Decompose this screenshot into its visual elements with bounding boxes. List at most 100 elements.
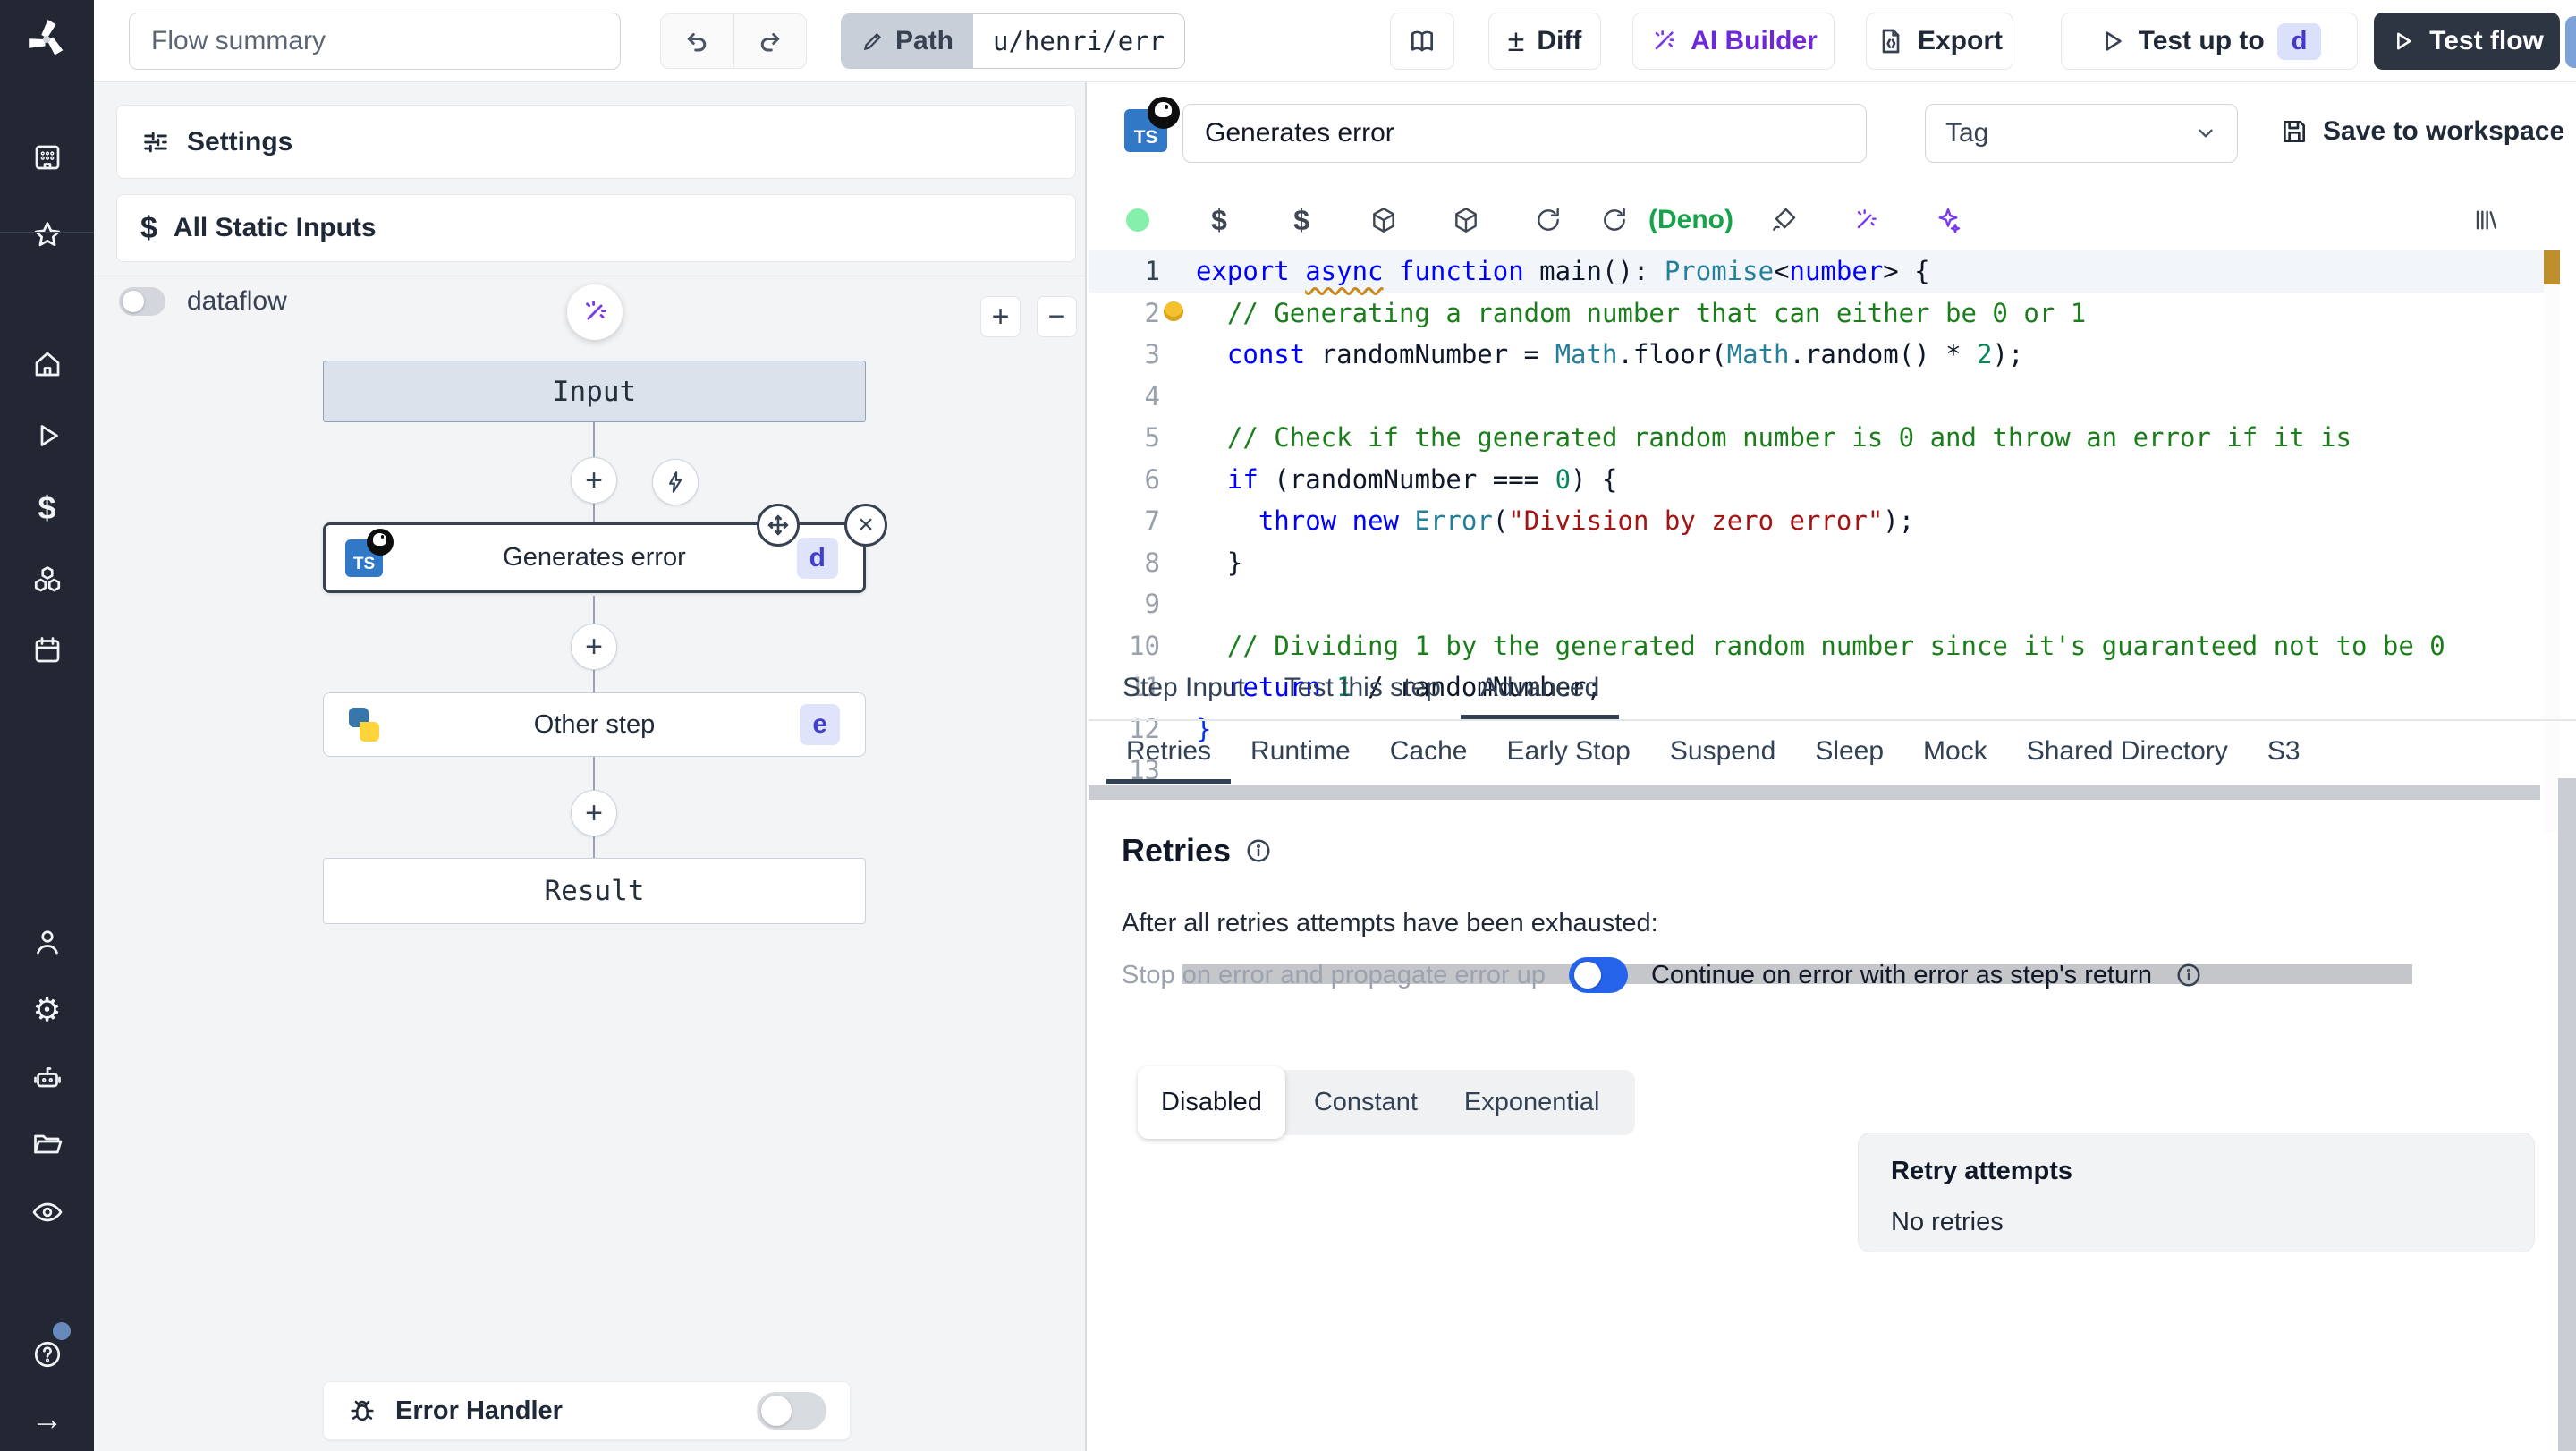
tab-advanced[interactable]: Advanced xyxy=(1460,660,1620,719)
resources-cubes-icon[interactable] xyxy=(0,551,94,608)
collapsed-panel-handle[interactable] xyxy=(2565,16,2576,68)
flow-ai-wand-button[interactable] xyxy=(567,284,623,340)
continue-on-error-toggle[interactable] xyxy=(1568,957,1628,993)
continue-on-error-label[interactable]: Continue on error with error as step's r… xyxy=(1651,961,2152,990)
ai-sparkles-icon[interactable] xyxy=(1907,206,1989,234)
diff-button[interactable]: ± Diff xyxy=(1488,13,1601,70)
ai-builder-button[interactable]: AI Builder xyxy=(1632,13,1835,70)
typescript-icon: TS xyxy=(345,528,394,577)
docs-button[interactable] xyxy=(1390,13,1454,70)
subtab-sleep[interactable]: Sleep xyxy=(1795,723,1903,784)
runs-play-icon[interactable] xyxy=(0,407,94,464)
code-line[interactable]: 1 export async function main(): Promise<n… xyxy=(1089,250,2560,293)
code-line[interactable]: 8 } xyxy=(1089,542,2560,584)
insert-step-button[interactable]: + xyxy=(571,624,617,670)
panel-vertical-scrollbar[interactable] xyxy=(2558,778,2576,1451)
path-value[interactable]: u/henri/err xyxy=(973,14,1185,68)
all-static-inputs-button[interactable]: $ All Static Inputs xyxy=(116,194,1076,262)
package-icon[interactable] xyxy=(1343,206,1425,234)
retry-mode-constant[interactable]: Constant xyxy=(1291,1079,1441,1126)
move-step-button[interactable] xyxy=(757,504,800,547)
code-line[interactable]: 5 // Check if the generated random numbe… xyxy=(1089,417,2560,459)
play-icon xyxy=(2397,32,2411,50)
step-other-step-node[interactable]: Other step e xyxy=(323,692,866,757)
library-icon[interactable] xyxy=(2444,206,2526,234)
trigger-bolt-button[interactable] xyxy=(652,459,699,505)
flow-input-node[interactable]: Input xyxy=(323,361,866,422)
step-header: TS Tag Save to workspace xyxy=(1089,82,2576,190)
subtab-s3[interactable]: S3 xyxy=(2248,723,2320,784)
subtab-cache[interactable]: Cache xyxy=(1370,723,1487,784)
package-icon[interactable] xyxy=(1425,206,1507,234)
zoom-out-button[interactable]: − xyxy=(1037,296,1077,337)
retries-title: Retries xyxy=(1122,832,1232,869)
tab-test-this-step[interactable]: Test this step xyxy=(1265,660,1461,719)
flow-settings-button[interactable]: Settings xyxy=(116,105,1076,179)
favorites-star-icon[interactable] xyxy=(0,207,94,264)
undo-button[interactable] xyxy=(661,14,734,68)
error-handler-toggle[interactable] xyxy=(757,1392,826,1430)
help-icon[interactable] xyxy=(0,1322,94,1383)
tab-step-input[interactable]: Step Input xyxy=(1103,660,1265,719)
reset-icon[interactable] xyxy=(1589,206,1640,234)
stop-on-error-label[interactable]: Stop on error and propagate error up xyxy=(1122,961,1546,990)
move-icon xyxy=(767,514,789,536)
code-line[interactable]: 7 throw new Error("Division by zero erro… xyxy=(1089,500,2560,542)
export-label: Export xyxy=(1917,26,2003,55)
variable-picker-icon[interactable]: $ xyxy=(1178,204,1260,237)
zoom-in-button[interactable]: + xyxy=(980,296,1021,337)
delete-step-button[interactable]: × xyxy=(844,504,887,547)
retries-description: After all retries attempts have been exh… xyxy=(1122,909,1658,938)
export-button[interactable]: Export xyxy=(1866,13,2013,70)
sidebar-divider xyxy=(0,232,94,233)
redo-button[interactable] xyxy=(734,14,807,68)
subtab-mock[interactable]: Mock xyxy=(1903,723,2007,784)
audit-eye-icon[interactable] xyxy=(0,1184,94,1241)
test-up-to-button[interactable]: Test up to d xyxy=(2061,13,2358,70)
resource-picker-icon[interactable]: $ xyxy=(1260,204,1343,237)
reload-icon[interactable] xyxy=(1507,206,1589,234)
home-icon[interactable] xyxy=(0,335,94,393)
code-line[interactable]: 9 xyxy=(1089,583,2560,625)
subtab-early-stop[interactable]: Early Stop xyxy=(1487,723,1649,784)
workspace-icon[interactable] xyxy=(0,129,94,186)
schedules-calendar-icon[interactable] xyxy=(0,622,94,679)
flow-result-node[interactable]: Result xyxy=(323,858,866,924)
retry-mode-segmented-control: Disabled Constant Exponential xyxy=(1138,1066,1636,1139)
language-label[interactable]: (Deno) xyxy=(1648,205,1733,235)
bug-icon xyxy=(351,1400,374,1421)
subtabs-horizontal-scrollbar[interactable] xyxy=(1089,785,2540,800)
code-line[interactable]: 6 if (randomNumber === 0) { xyxy=(1089,459,2560,501)
subtab-runtime[interactable]: Runtime xyxy=(1231,723,1370,784)
subtab-suspend[interactable]: Suspend xyxy=(1650,723,1795,784)
retry-mode-disabled[interactable]: Disabled xyxy=(1138,1066,1285,1139)
code-line[interactable]: 4 xyxy=(1089,376,2560,418)
format-brush-icon[interactable] xyxy=(1742,206,1825,234)
app-sidebar: $ ⚙ → xyxy=(0,0,94,1451)
path-badge[interactable]: Path u/henri/err xyxy=(841,13,1186,69)
flow-summary-input[interactable] xyxy=(129,13,621,70)
variables-dollar-icon[interactable]: $ xyxy=(0,479,94,537)
code-line[interactable]: 3 const randomNumber = Math.floor(Math.r… xyxy=(1089,334,2560,376)
retry-mode-exponential[interactable]: Exponential xyxy=(1441,1079,1623,1126)
test-flow-button[interactable]: Test flow xyxy=(2374,13,2560,70)
workers-robot-icon[interactable] xyxy=(0,1049,94,1107)
step-name-input[interactable] xyxy=(1182,104,1867,163)
lightbulb-icon[interactable] xyxy=(1164,301,1183,321)
collapse-arrow-icon[interactable]: → xyxy=(0,1390,94,1447)
insert-step-button[interactable]: + xyxy=(571,457,617,504)
tag-select[interactable]: Tag xyxy=(1925,104,2238,163)
settings-gear-icon[interactable]: ⚙ xyxy=(0,981,94,1039)
user-icon[interactable] xyxy=(0,913,94,971)
ai-wand-icon[interactable] xyxy=(1825,206,1907,234)
info-icon[interactable] xyxy=(2175,962,2202,989)
save-to-workspace-button[interactable]: Save to workspace xyxy=(2280,116,2564,147)
folders-icon[interactable] xyxy=(0,1116,94,1173)
subtab-shared-directory[interactable]: Shared Directory xyxy=(2007,723,2248,784)
subtab-retries[interactable]: Retries xyxy=(1106,723,1232,784)
dataflow-toggle[interactable] xyxy=(119,287,165,316)
info-icon[interactable] xyxy=(1245,837,1272,864)
step1-label: Generates error xyxy=(503,543,686,572)
insert-step-button[interactable]: + xyxy=(571,790,617,836)
code-line[interactable]: 2 // Generating a random number that can… xyxy=(1089,293,2560,335)
